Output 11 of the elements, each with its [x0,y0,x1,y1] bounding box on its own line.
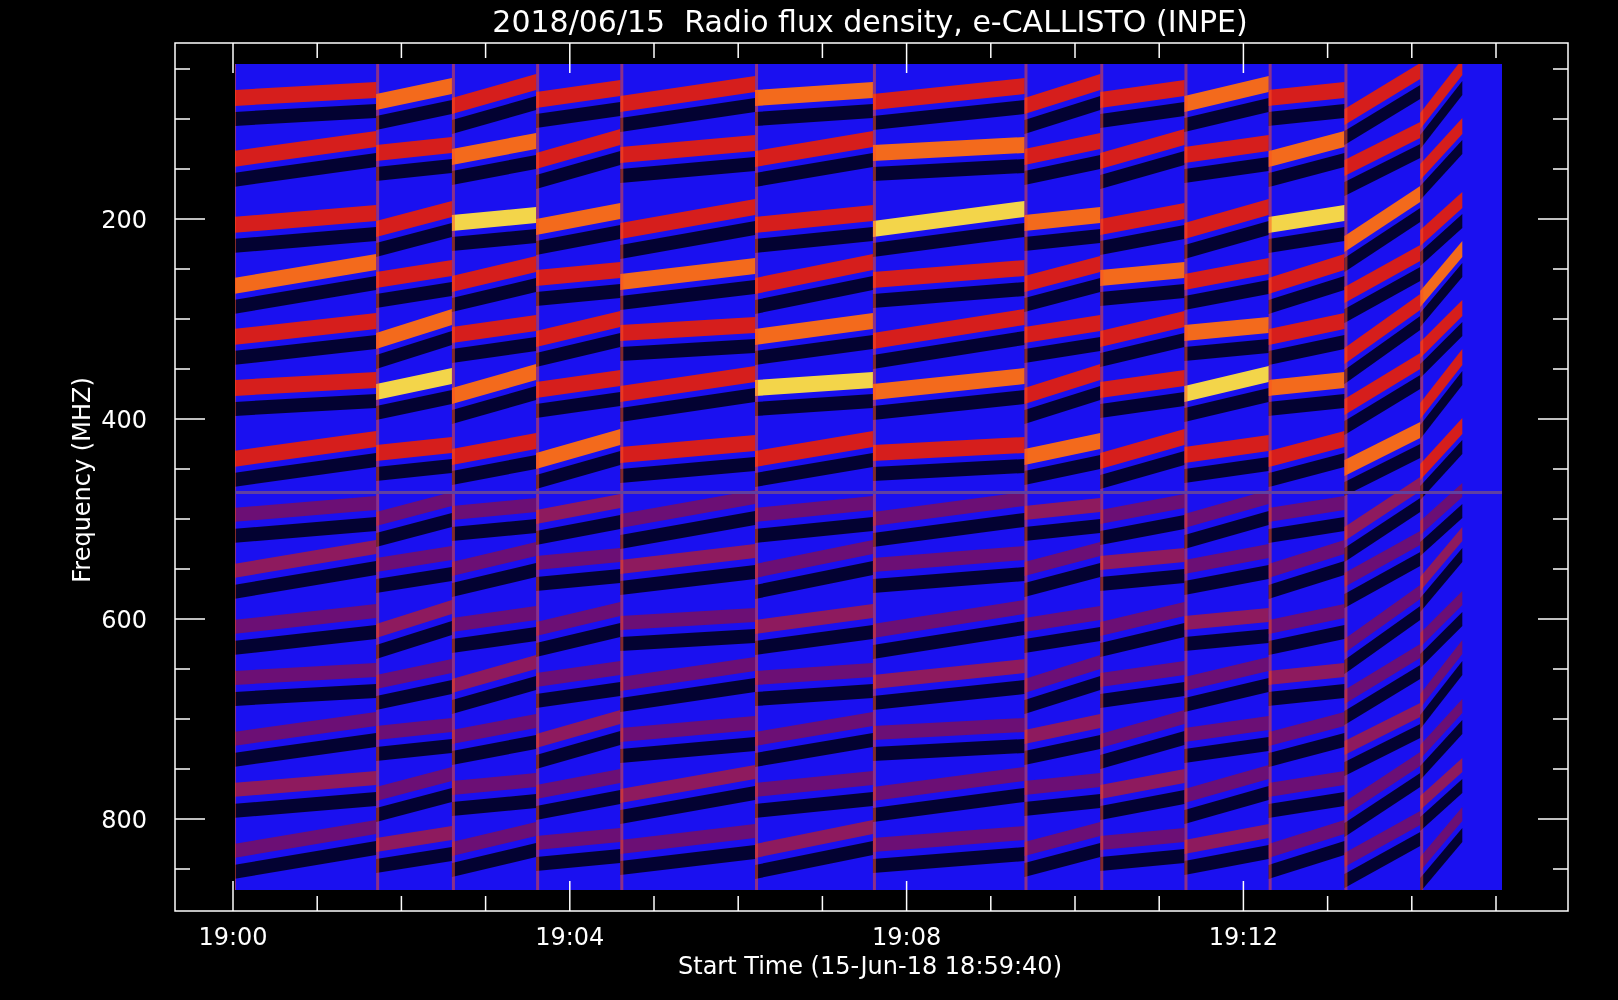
x-tick-label: 19:04 [535,923,605,951]
x-tick-label: 19:12 [1208,923,1278,951]
y-tick-label: 200 [101,206,147,234]
x-axis-label: Start Time (15-Jun-18 18:59:40) [678,952,1062,980]
x-tick-label: 19:08 [872,923,942,951]
x-tick-label: 19:00 [198,923,268,951]
y-tick-label: 800 [101,806,147,834]
chart-title: 2018/06/15 Radio flux density, e-CALLISTO (INPE) [492,4,1248,39]
y-tick-label: 600 [101,606,147,634]
y-axis-label: Frequency (MHZ) [68,377,96,583]
y-tick-label: 400 [101,406,147,434]
